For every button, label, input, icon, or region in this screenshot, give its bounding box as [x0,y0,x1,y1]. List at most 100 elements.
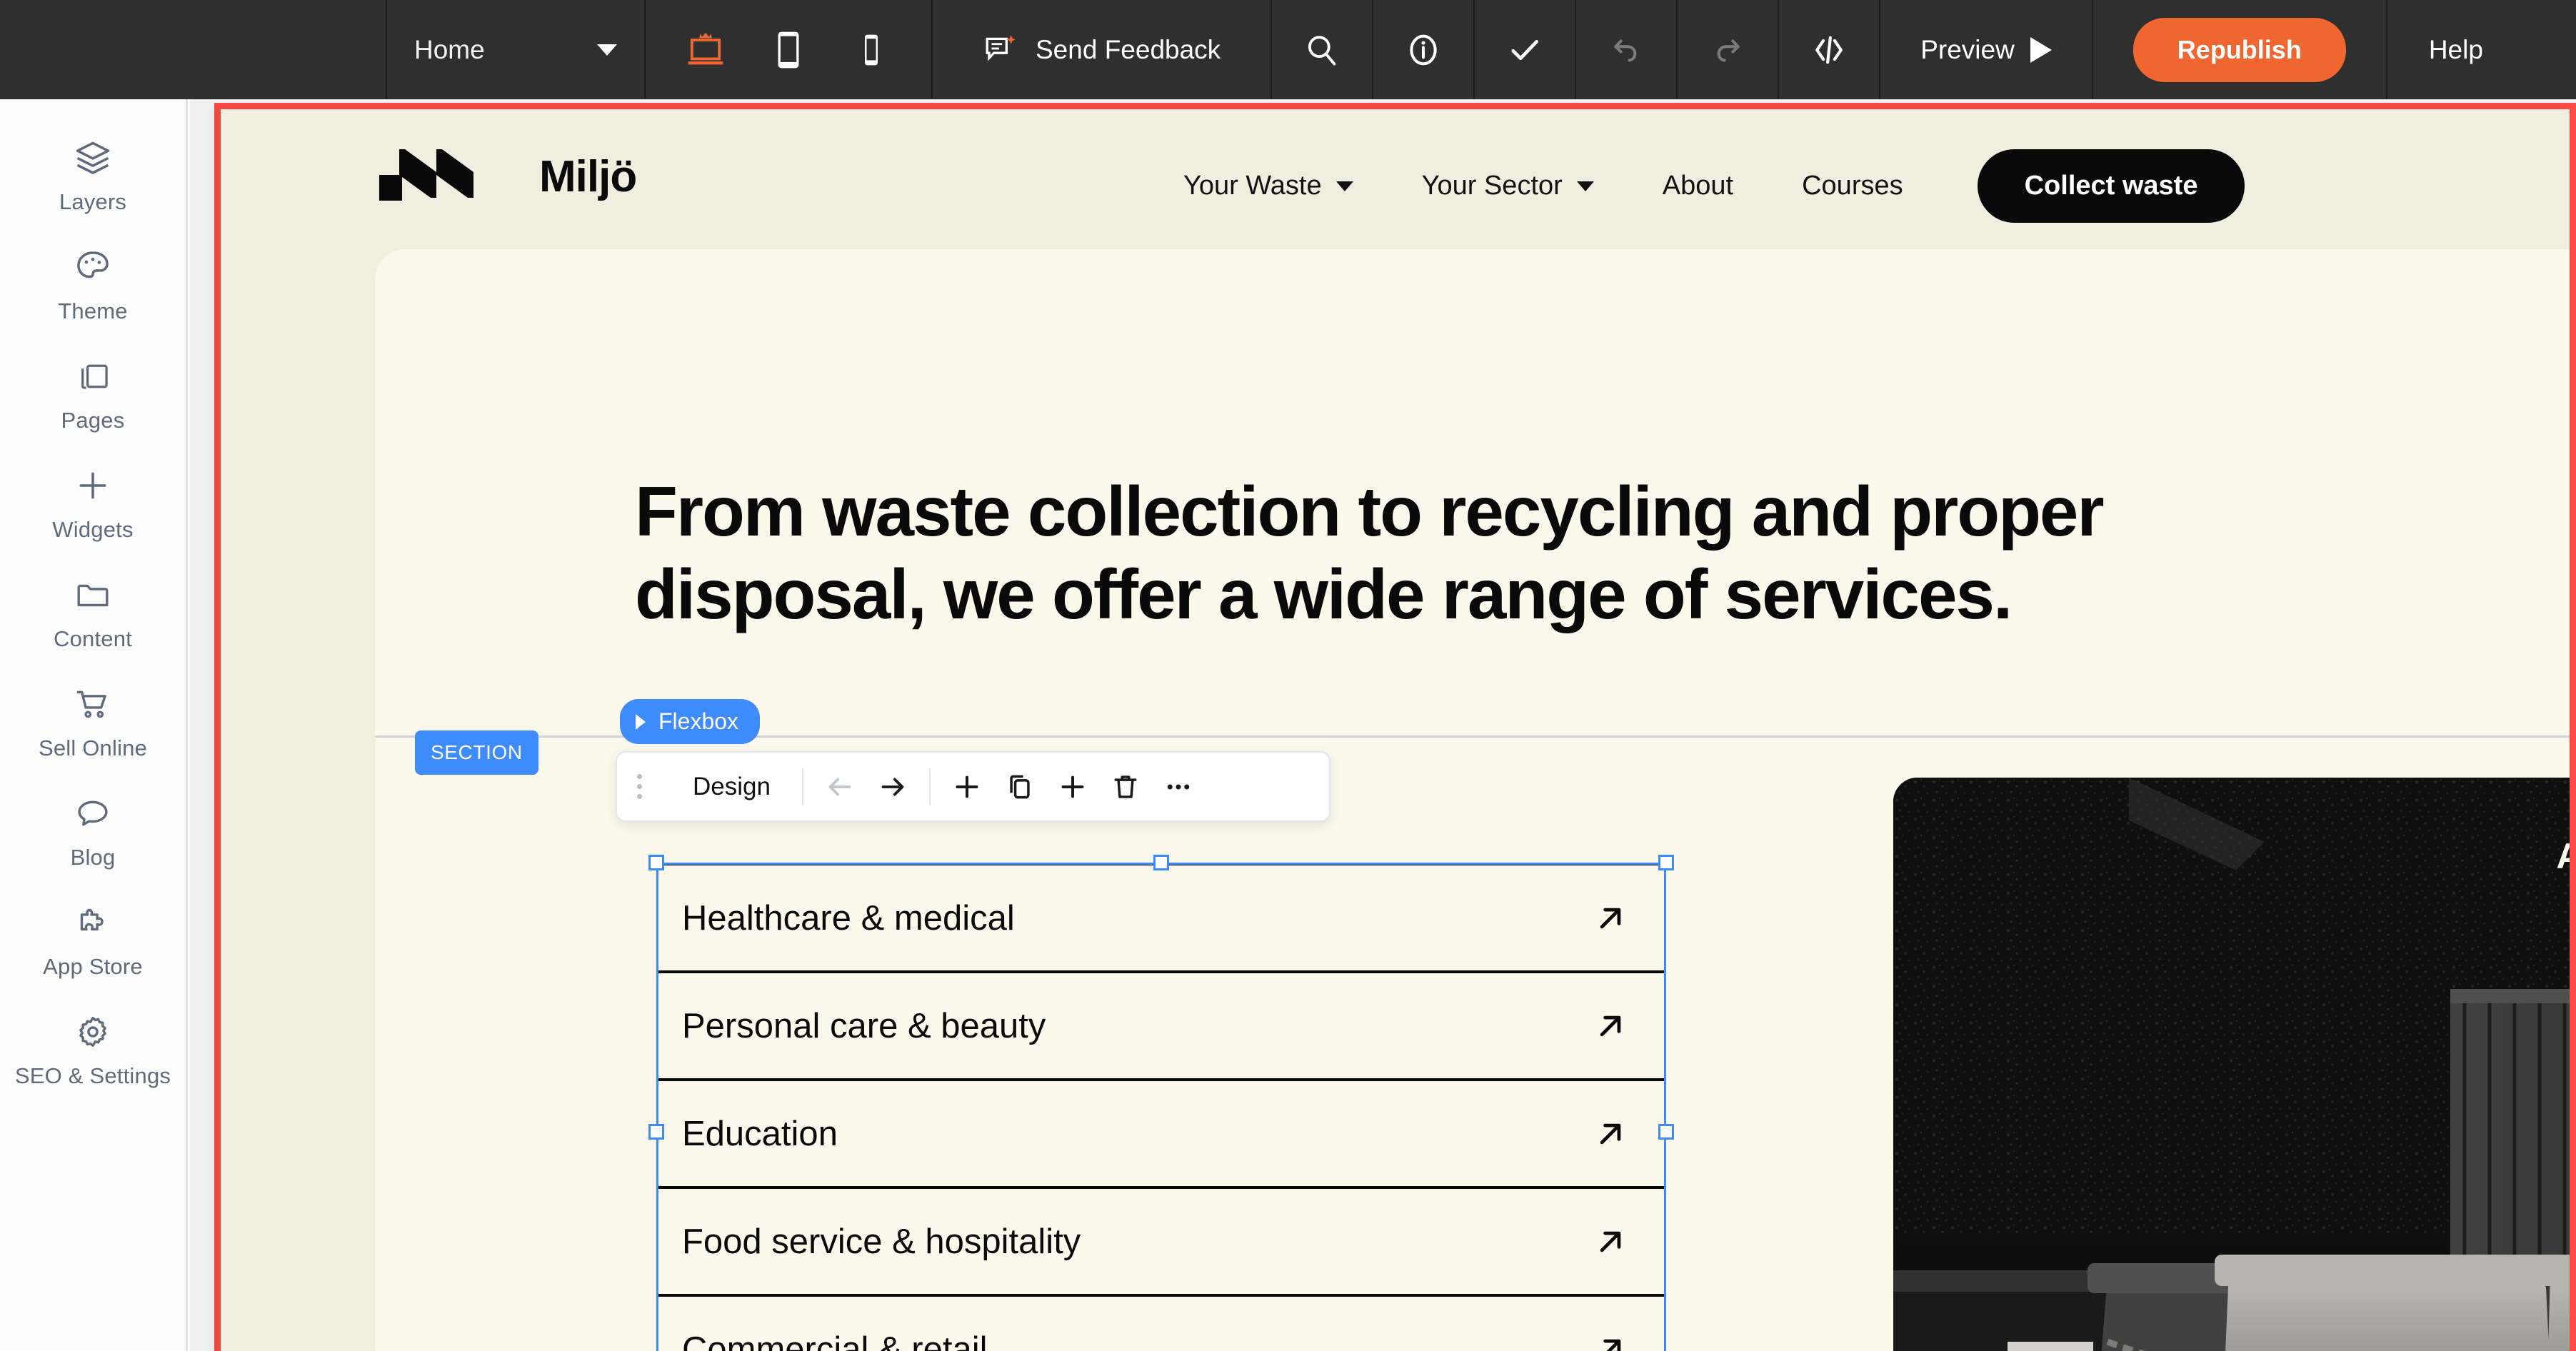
search-icon [1303,31,1340,69]
arrow-up-right-icon [1592,1008,1629,1045]
sidebar-item-label: Widgets [52,517,133,543]
sector-list: Healthcare & medical Personal care & bea… [656,863,1666,1351]
chat-bubble-icon [74,791,112,835]
all-sectors-label: All sectors [2556,835,2570,877]
add-after-icon [1056,770,1089,803]
resize-handle-top-right[interactable] [1658,855,1674,870]
sidebar-item-label: SEO & Settings [15,1063,171,1089]
nav-item-your-sector[interactable]: Your Sector [1388,171,1628,201]
list-item[interactable]: Education [656,1078,1666,1186]
sidebar-item-content[interactable]: Content [0,558,186,667]
collect-waste-button[interactable]: Collect waste [1978,149,2245,223]
add-before-button[interactable] [941,751,993,822]
nav-label: About [1663,171,1733,201]
republish-container: Republish [2093,0,2386,99]
canvas-area: Miljö Your Waste Your Sector About [190,99,2576,1351]
palette-icon [73,245,113,289]
undo-icon [1608,31,1645,69]
element-type-badge[interactable]: Flexbox [620,699,760,744]
desktop-crown-icon [683,28,728,72]
sidebar-item-app-store[interactable]: App Store [0,885,186,995]
sidebar-item-widgets[interactable]: Widgets [0,448,186,558]
section-badge[interactable]: SECTION [415,730,538,775]
resize-handle-top-left[interactable] [648,855,664,870]
list-item[interactable]: Commercial & retail [656,1294,1666,1351]
chevron-down-icon [1577,181,1594,191]
folder-icon [74,573,112,617]
arrow-up-right-icon [1592,1331,1629,1351]
play-icon [2030,37,2052,63]
sidebar-item-theme[interactable]: Theme [0,230,186,339]
sidebar-item-blog[interactable]: Blog [0,776,186,885]
list-item[interactable]: Healthcare & medical [656,863,1666,970]
sector-label: Healthcare & medical [682,898,1015,938]
nav-item-about[interactable]: About [1628,171,1768,201]
page-selector-value: Home [414,35,485,65]
more-options-button[interactable] [1152,751,1205,822]
design-button[interactable]: Design [661,773,802,801]
nav-item-courses[interactable]: Courses [1768,171,1938,201]
sidebar-item-layers[interactable]: Layers [0,121,186,230]
sidebar-item-pages[interactable]: Pages [0,339,186,448]
device-desktop-button[interactable] [671,0,740,99]
delete-button[interactable] [1099,751,1152,822]
nav-label: Your Waste [1183,171,1322,201]
arrow-up-right-icon [1592,1115,1629,1152]
tablet-icon [771,29,806,71]
sector-photo-card[interactable]: ROYAL WOLF Containe Hire & Sa. [1893,778,2570,1351]
resize-handle-middle-right[interactable] [1658,1124,1674,1140]
help-button[interactable]: Help [2387,0,2525,99]
editor-window: Home [0,0,2576,1351]
site-navigation: Your Waste Your Sector About Courses Col… [1149,149,2245,223]
resize-handle-middle-left[interactable] [648,1124,664,1140]
add-after-button[interactable] [1046,751,1099,822]
move-right-button[interactable] [866,751,919,822]
sidebar-item-sell-online[interactable]: Sell Online [0,667,186,776]
waste-bins-photo: ROYAL WOLF Containe Hire & Sa. [1893,778,2570,1351]
delete-icon [1110,771,1141,803]
code-button[interactable] [1779,0,1879,99]
device-mobile-button[interactable] [837,0,906,99]
more-options-icon [1163,771,1194,803]
element-toolbar: Design [616,751,1330,822]
feedback-sparkle-icon [983,32,1018,68]
search-button[interactable] [1272,0,1372,99]
list-item[interactable]: Food service & hospitality [656,1186,1666,1294]
code-icon [1809,30,1849,70]
logo-text: Miljö [539,151,636,202]
nav-item-your-waste[interactable]: Your Waste [1149,171,1388,201]
site-logo[interactable]: Miljö [379,146,636,206]
info-button[interactable] [1373,0,1473,99]
puzzle-icon [74,900,112,945]
duplicate-button[interactable] [993,751,1046,822]
sidebar-item-label: Pages [61,408,125,433]
sidebar-item-label: App Store [43,954,143,980]
move-left-button[interactable] [813,751,866,822]
cart-icon [74,682,112,726]
nav-label: Your Sector [1422,171,1563,201]
sidebar-item-seo-settings[interactable]: SEO & Settings [0,995,186,1104]
all-sectors-cta[interactable]: All sectors [2556,822,2570,890]
page-selector[interactable]: Home [387,0,644,99]
republish-button[interactable]: Republish [2133,18,2346,82]
undo-button[interactable] [1576,0,1676,99]
duplicate-icon [1004,771,1036,803]
send-feedback-button[interactable]: Send Feedback [933,0,1271,99]
pages-icon [74,354,111,398]
top-toolbar: Home [0,0,2576,99]
resize-handle-top-center[interactable] [1153,855,1169,870]
move-right-icon [876,770,909,803]
list-item[interactable]: Personal care & beauty [656,970,1666,1078]
preview-button[interactable]: Preview [1880,0,2092,99]
drag-handle-icon[interactable] [617,774,661,799]
add-before-icon [951,770,983,803]
sidebar-item-label: Layers [59,189,126,215]
sector-label: Commercial & retail [682,1330,987,1351]
publish-check-button[interactable] [1475,0,1575,99]
redo-button[interactable] [1678,0,1778,99]
arrow-up-right-icon [1592,1223,1629,1260]
sidebar-item-label: Sell Online [39,735,147,761]
device-tablet-button[interactable] [754,0,823,99]
sector-label: Food service & hospitality [682,1222,1081,1262]
move-left-icon [823,770,856,803]
